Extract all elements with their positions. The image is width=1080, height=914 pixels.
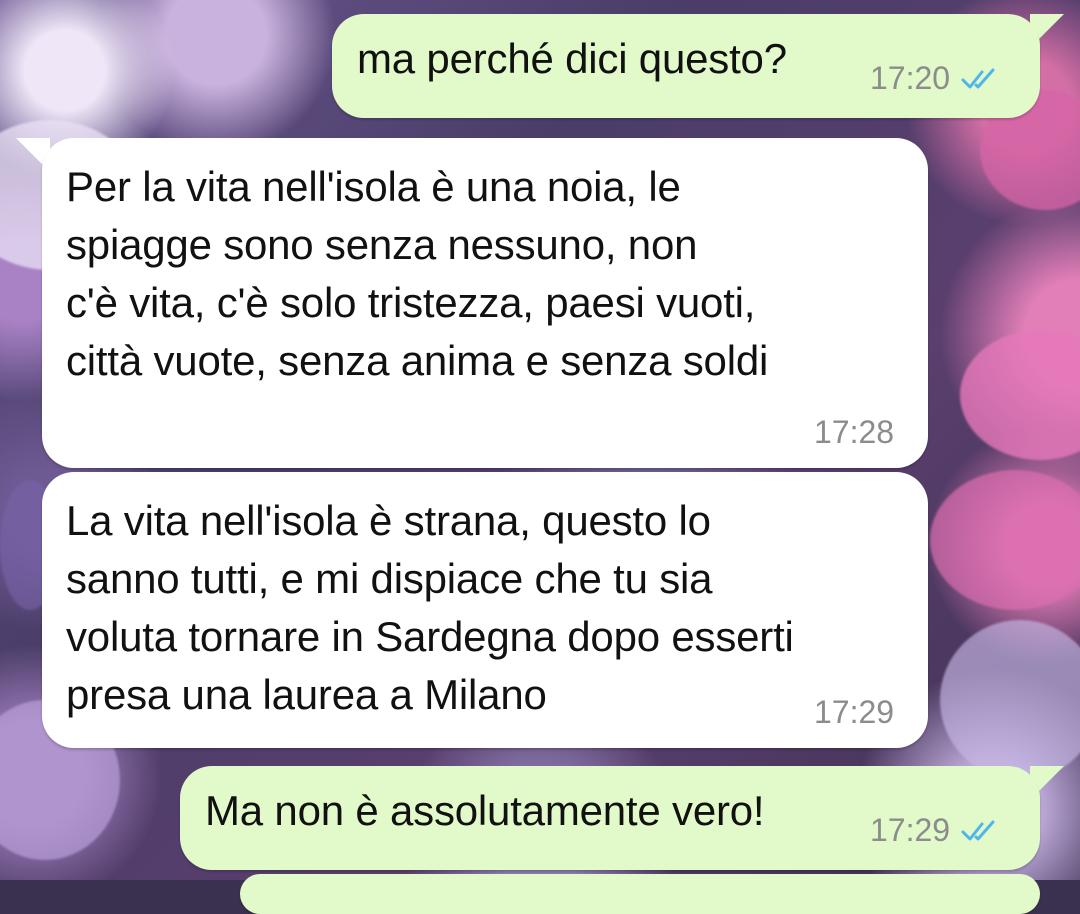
message-time: 17:28 — [814, 414, 895, 450]
message-meta: 17:28 — [814, 414, 894, 451]
message-text: ma perché dici questo? — [357, 35, 787, 82]
message-time: 17:20 — [870, 60, 951, 96]
message-text: Ma non è assolutamente vero! — [205, 787, 765, 834]
wallpaper-petal — [940, 620, 1080, 780]
wallpaper-petal — [960, 330, 1080, 460]
outgoing-message-bubble[interactable]: Ma non è assolutamente vero! 17:29 — [180, 766, 1040, 870]
message-meta: 17:20 — [870, 60, 1006, 97]
message-meta: 17:29 — [814, 694, 894, 731]
message-time: 17:29 — [870, 812, 951, 848]
double-check-icon — [961, 68, 995, 88]
outgoing-message-bubble[interactable]: ma perché dici questo? 17:20 — [332, 14, 1040, 118]
double-check-icon — [961, 820, 995, 840]
message-meta: 17:29 — [870, 812, 1006, 849]
wallpaper-petal — [930, 470, 1080, 610]
incoming-message-bubble[interactable]: La vita nell'isola è strana, questo lo s… — [42, 472, 928, 748]
incoming-message-bubble[interactable]: Per la vita nell'isola è una noia, le sp… — [42, 138, 928, 468]
outgoing-message-bubble-partial[interactable] — [240, 874, 1040, 914]
message-time: 17:29 — [814, 694, 895, 730]
message-text: Per la vita nell'isola è una noia, le sp… — [66, 163, 769, 384]
message-text: La vita nell'isola è strana, questo lo s… — [66, 497, 794, 718]
